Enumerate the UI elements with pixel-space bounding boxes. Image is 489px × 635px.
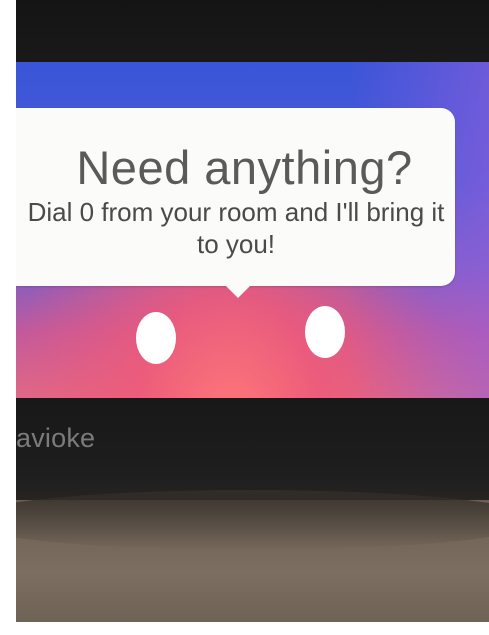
photo-border-left xyxy=(0,0,16,635)
message-headline: Need anything? xyxy=(76,141,413,194)
left-eye-icon xyxy=(136,312,176,364)
message-body: Dial 0 from your room and I'll bring it … xyxy=(27,197,445,259)
robot-body-rim xyxy=(0,490,489,550)
robot-photo: Need anything? Dial 0 from your room and… xyxy=(0,0,489,635)
photo-border-bottom xyxy=(0,622,489,635)
brand-logo-text: avioke xyxy=(16,423,96,453)
right-eye-icon xyxy=(305,306,345,358)
speech-bubble-tail xyxy=(222,282,254,298)
